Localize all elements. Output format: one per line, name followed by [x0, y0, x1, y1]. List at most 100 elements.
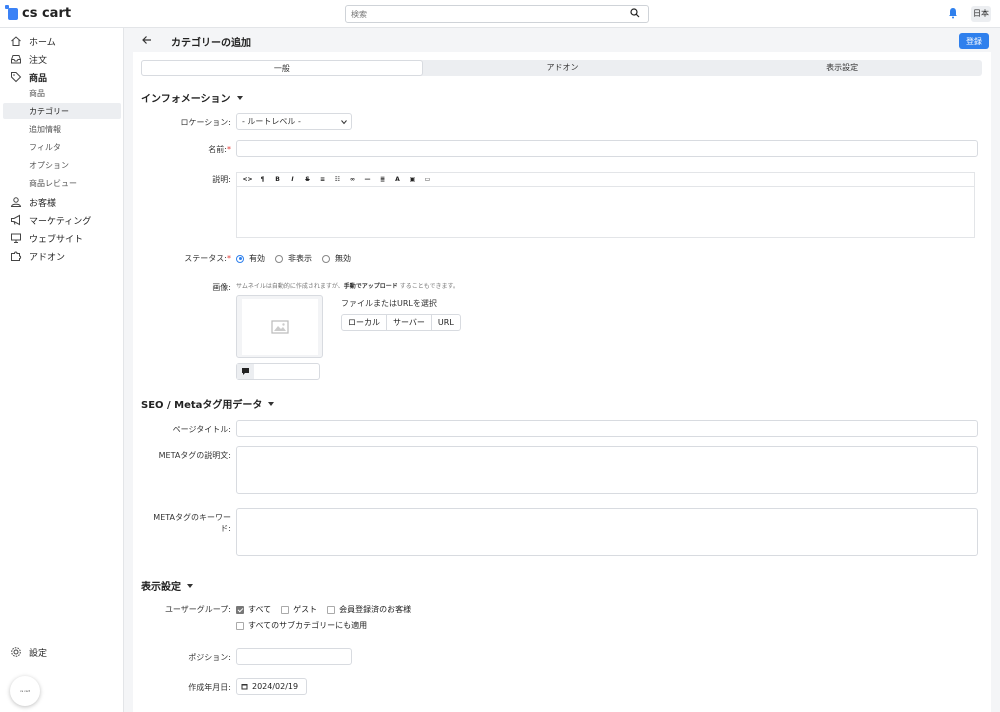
apply-subcategories-label: すべてのサブカテゴリーにも適用 [248, 621, 368, 630]
calendar-icon[interactable] [241, 683, 248, 690]
usergroup-label: ユーザーグループ: [164, 605, 231, 614]
sidebar-subitem-products[interactable]: 商品 [0, 85, 124, 101]
status-option-label: 無効 [335, 254, 351, 263]
link-button[interactable]: ∞ [345, 174, 360, 186]
section-display[interactable]: 表示設定 [141, 578, 193, 593]
status-radio-disabled[interactable] [322, 254, 330, 263]
sidebar-subitem-options[interactable]: オプション [0, 157, 124, 173]
main-content: カテゴリーの追加 登録 一般 アドオン 表示設定 インフォメーション ロケーショ… [124, 28, 1000, 712]
section-seo[interactable]: SEO / Metaタグ用データ [141, 396, 275, 411]
location-value: - ルートレベル - [242, 117, 301, 126]
status-label-text: ステータス: [184, 254, 227, 263]
upload-local-button[interactable]: ローカル [342, 315, 387, 330]
name-input[interactable] [236, 140, 978, 157]
tab-general[interactable]: 一般 [141, 60, 423, 76]
upload-url-button[interactable]: URL [432, 315, 460, 330]
sidebar-subitem-features[interactable]: 追加情報 [0, 121, 124, 137]
tab-display[interactable]: 表示設定 [702, 60, 982, 76]
image-preview[interactable] [236, 295, 323, 358]
created-date-value: 2024/02/19 [252, 682, 299, 691]
created-date-input[interactable]: 2024/02/19 [236, 678, 307, 695]
usergroup-registered-checkbox[interactable] [327, 605, 336, 614]
paragraph-button[interactable]: ¶ [255, 174, 270, 186]
apply-subcategories-checkbox[interactable] [236, 621, 244, 630]
ordered-list-button[interactable]: ☷ [330, 174, 345, 186]
upload-title: ファイルまたはURLを選択 [341, 299, 437, 308]
section-title: SEO / Metaタグ用データ [141, 400, 263, 411]
strikethrough-button[interactable]: S [300, 174, 315, 186]
font-color-button[interactable]: A [390, 174, 405, 186]
sidebar-item-products[interactable]: 商品 [0, 69, 124, 85]
page-header: カテゴリーの追加 登録 [124, 28, 1000, 52]
sidebar-item-settings[interactable]: 設定 [0, 644, 124, 660]
sidebar-item-orders[interactable]: 注文 [0, 51, 124, 67]
alt-text-input[interactable] [236, 363, 320, 380]
sidebar-item-label: ウェブサイト [29, 234, 84, 245]
save-button[interactable]: 登録 [959, 33, 989, 49]
sidebar-item-website[interactable]: ウェブサイト [0, 230, 124, 246]
code-view-button[interactable]: <> [240, 174, 255, 186]
usergroup-guest-checkbox[interactable] [281, 605, 290, 614]
upload-button-group: ローカル サーバー URL [341, 314, 461, 331]
status-option-label: 有効 [249, 254, 265, 263]
status-radio-active[interactable] [236, 254, 244, 263]
horizontal-rule-button[interactable]: — [360, 174, 375, 186]
home-icon [11, 36, 21, 46]
page-title-input[interactable] [236, 420, 978, 437]
language-switcher[interactable]: 日本 [971, 6, 991, 22]
sidebar-subitem-filters[interactable]: フィルタ [0, 139, 124, 155]
image-label: 画像: [212, 283, 231, 292]
logo[interactable]: cs cart [5, 4, 71, 21]
manual-upload-link[interactable]: 手動でアップロード [344, 283, 398, 290]
meta-keywords-label-line2: ド: [220, 524, 231, 533]
italic-button[interactable]: I [285, 174, 300, 186]
section-title: インフォメーション [141, 94, 231, 105]
sidebar-item-home[interactable]: ホーム [0, 33, 124, 49]
editor-toolbar: <> ¶ B I S ≡ ☷ ∞ — ≣ A ▣ ▭ [237, 173, 974, 187]
usergroup-checkboxes: すべて ゲスト 会員登録済のお客様 [236, 604, 411, 615]
image-button[interactable]: ▣ [405, 174, 420, 186]
align-button[interactable]: ≣ [375, 174, 390, 186]
usergroup-option-label: すべて [248, 605, 272, 614]
meta-description-textarea[interactable] [236, 446, 978, 494]
form-panel: 一般 アドオン 表示設定 インフォメーション ロケーション: - ルートレベル … [133, 52, 991, 712]
sidebar-subitem-reviews[interactable]: 商品レビュー [0, 175, 124, 191]
sidebar-item-label: ホーム [29, 37, 56, 48]
logo-icon [5, 4, 18, 20]
status-label: ステータス:* [184, 253, 231, 264]
bold-button[interactable]: B [270, 174, 285, 186]
gear-icon [11, 647, 21, 657]
sidebar-item-marketing[interactable]: マーケティング [0, 212, 124, 228]
user-icon [10, 197, 22, 207]
position-label: ポジション: [188, 653, 231, 662]
sidebar-item-label: お客様 [29, 198, 57, 209]
unordered-list-button[interactable]: ≡ [315, 174, 330, 186]
bell-icon[interactable] [947, 7, 959, 19]
location-select[interactable]: - ルートレベル - [236, 113, 352, 130]
tag-icon [11, 72, 22, 83]
sidebar-item-customers[interactable]: お客様 [0, 194, 124, 210]
upload-server-button[interactable]: サーバー [387, 315, 432, 330]
name-label: 名前:* [208, 144, 231, 155]
section-information[interactable]: インフォメーション [141, 90, 243, 105]
video-button[interactable]: ▭ [420, 174, 435, 186]
puzzle-icon [11, 251, 22, 261]
caret-down-icon [187, 583, 193, 588]
search-input[interactable] [346, 6, 616, 22]
tab-addons[interactable]: アドオン [423, 60, 703, 76]
sidebar: ホーム 注文 商品 商品 カテゴリー 追加情報 フィルタ オプション 商品レビュ… [0, 28, 124, 712]
sidebar-subitem-categories[interactable]: カテゴリー [3, 103, 121, 119]
sidebar-item-label: 注文 [29, 55, 48, 66]
search-box[interactable] [345, 5, 649, 23]
page-title: カテゴリーの追加 [171, 38, 251, 49]
avatar[interactable]: cs cart [10, 676, 40, 706]
sidebar-item-addons[interactable]: アドオン [0, 248, 124, 264]
position-input[interactable] [236, 648, 352, 665]
description-editor[interactable]: <> ¶ B I S ≡ ☷ ∞ — ≣ A ▣ ▭ [236, 172, 975, 238]
usergroup-all-checkbox[interactable] [236, 605, 244, 614]
back-arrow-icon[interactable] [141, 34, 153, 46]
status-radio-hidden[interactable] [275, 254, 283, 263]
inbox-icon [11, 55, 21, 64]
search-icon[interactable] [630, 8, 640, 18]
meta-keywords-textarea[interactable] [236, 508, 978, 556]
